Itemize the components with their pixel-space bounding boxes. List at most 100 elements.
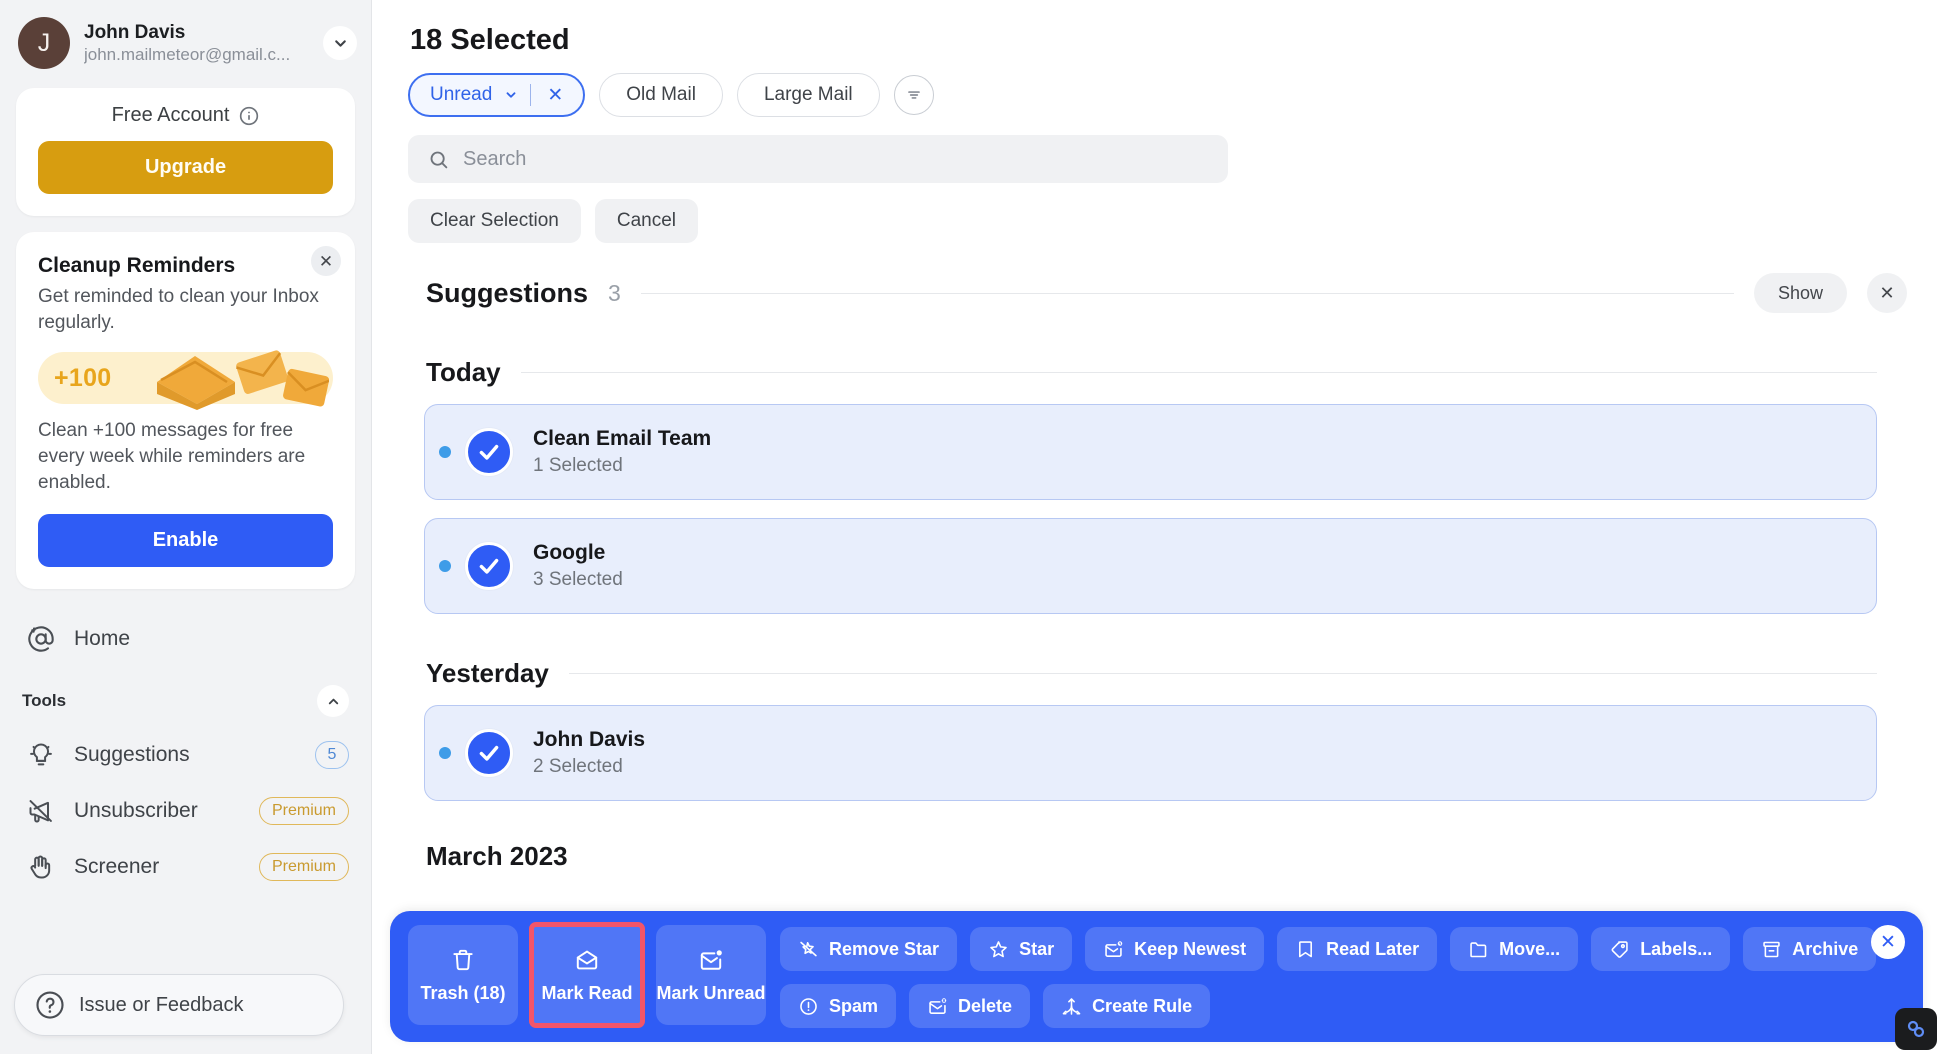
keep-newest-button-label: Keep Newest [1134, 938, 1247, 959]
filter-options-button[interactable] [893, 75, 934, 115]
filter-pill-old-mail[interactable]: Old Mail [599, 73, 723, 117]
check-icon [476, 439, 502, 465]
mail-clock-icon [1103, 939, 1124, 960]
question-circle-icon [35, 990, 65, 1020]
toolbar-close-button[interactable]: ✕ [1871, 925, 1905, 959]
app-root: J John Davis john.mailmeteor@gmail.c... … [0, 0, 1941, 1054]
create-rule-button[interactable]: Create Rule [1043, 984, 1211, 1028]
archive-button[interactable]: Archive [1743, 927, 1877, 971]
info-icon[interactable] [239, 106, 259, 126]
rule-icon [1061, 996, 1082, 1017]
day-header-today-label: Today [426, 357, 501, 387]
mark-unread-button[interactable]: Mark Unread [656, 925, 766, 1025]
unread-dot-icon [439, 747, 451, 759]
filter-pill-unread-label: Unread [430, 84, 493, 105]
cleanup-reminders-body: Clean +100 messages for free every week … [38, 420, 306, 493]
filter-pill-large-mail[interactable]: Large Mail [736, 73, 880, 117]
account-info: John Davis john.mailmeteor@gmail.c... [84, 21, 317, 66]
row-checkbox[interactable] [465, 428, 513, 476]
row-checkbox[interactable] [465, 542, 513, 590]
cancel-button[interactable]: Cancel [594, 199, 698, 243]
sidebar-item-home-label: Home [74, 627, 131, 650]
free-account-label: Free Account [111, 104, 230, 126]
screener-premium-badge: Premium [258, 853, 349, 881]
sidebar-item-suggestions[interactable]: Suggestions 5 [0, 727, 371, 783]
pill-divider [530, 84, 532, 106]
chevron-down-icon [504, 88, 518, 102]
tag-icon [1609, 939, 1630, 960]
unread-dot-icon [439, 560, 451, 572]
account-switcher[interactable]: J John Davis john.mailmeteor@gmail.c... [0, 0, 371, 72]
cleanup-reminders-close-button[interactable]: ✕ [311, 246, 341, 276]
filter-pill-bar: Unread ✕ Old Mail Large Mail [406, 73, 1907, 117]
spam-button[interactable]: Spam [780, 984, 897, 1028]
promo-badge-value: +100 [54, 363, 112, 392]
trash-button-label: Trash (18) [420, 982, 506, 1003]
suggestions-section-header: Suggestions 3 Show ✕ [426, 273, 1907, 313]
clear-selection-button[interactable]: Clear Selection [408, 199, 581, 243]
day-header-yesterday-label: Yesterday [426, 658, 549, 688]
row-sender: John Davis [533, 728, 646, 751]
row-count: 1 Selected [533, 455, 623, 476]
day-header-yesterday: Yesterday [426, 658, 1907, 689]
row-text: Clean Email Team 1 Selected [533, 425, 711, 479]
toolbar-chip-grid: Remove Star Star Keep Newest Read Later … [780, 925, 1905, 1028]
bulk-action-toolbar: Trash (18) Mark Read Mark Unread Remove … [390, 911, 1923, 1042]
labels-button[interactable]: Labels... [1591, 927, 1731, 971]
page-title: 18 Selected [410, 24, 570, 56]
read-later-button[interactable]: Read Later [1277, 927, 1438, 971]
row-text: John Davis 2 Selected [533, 726, 645, 780]
table-row[interactable]: Clean Email Team 1 Selected [424, 404, 1877, 500]
suggestions-show-button[interactable]: Show [1753, 273, 1847, 313]
row-sender: Clean Email Team [533, 427, 712, 450]
search-icon [428, 149, 449, 170]
close-icon: ✕ [1880, 931, 1896, 953]
tools-collapse-button[interactable] [317, 685, 349, 717]
free-account-card: Free Account Upgrade [16, 88, 355, 216]
table-row[interactable]: John Davis 2 Selected [424, 705, 1877, 801]
cleanup-reminders-subtitle: Get reminded to clean your Inbox regular… [38, 286, 319, 333]
cleanup-reminders-title: Cleanup Reminders [38, 254, 236, 277]
corner-widget-button[interactable] [1895, 1008, 1937, 1050]
sidebar-item-screener[interactable]: Screener Premium [0, 839, 371, 895]
filter-pill-unread[interactable]: Unread ✕ [408, 73, 586, 117]
search-bar[interactable] [408, 135, 1228, 183]
create-rule-button-label: Create Rule [1092, 995, 1193, 1016]
alert-circle-icon [798, 996, 819, 1017]
link-chain-icon [1904, 1017, 1928, 1041]
star-button[interactable]: Star [970, 927, 1073, 971]
search-input[interactable] [463, 147, 1208, 171]
keep-newest-button[interactable]: Keep Newest [1085, 927, 1265, 971]
sidebar-item-home[interactable]: Home [0, 611, 371, 667]
trash-button[interactable]: Trash (18) [408, 925, 518, 1025]
filter-pill-unread-clear-button[interactable]: ✕ [543, 84, 567, 107]
issue-or-feedback-label: Issue or Feedback [79, 993, 244, 1016]
mark-read-button-label: Mark Read [541, 982, 633, 1003]
move-button-label: Move... [1499, 938, 1561, 959]
star-off-icon [798, 939, 819, 960]
archive-icon [1761, 939, 1782, 960]
account-dropdown-button[interactable] [323, 26, 357, 60]
suggestions-close-button[interactable]: ✕ [1867, 273, 1907, 313]
close-icon: ✕ [318, 251, 334, 271]
suggestions-count-badge: 5 [315, 741, 349, 769]
folder-icon [1468, 939, 1489, 960]
issue-or-feedback-button[interactable]: Issue or Feedback [14, 974, 344, 1036]
upgrade-button[interactable]: Upgrade [38, 141, 333, 194]
lightbulb-icon [26, 740, 56, 770]
delete-button[interactable]: Delete [909, 984, 1031, 1028]
month-header: March 2023 [426, 841, 568, 871]
enable-reminders-button[interactable]: Enable [38, 514, 333, 567]
mark-read-button[interactable]: Mark Read [529, 922, 645, 1028]
remove-star-button[interactable]: Remove Star [780, 927, 958, 971]
tools-section-header: Tools [0, 667, 371, 727]
account-name: John Davis [84, 21, 186, 43]
sidebar-item-unsubscriber[interactable]: Unsubscriber Premium [0, 783, 371, 839]
main-inner: 18 Selected Unread ✕ Old Mail Large Mail [372, 0, 1941, 872]
move-button[interactable]: Move... [1450, 927, 1579, 971]
account-email: john.mailmeteor@gmail.c... [84, 44, 291, 64]
table-row[interactable]: Google 3 Selected [424, 518, 1877, 614]
row-text: Google 3 Selected [533, 539, 623, 593]
tools-section-title: Tools [22, 691, 67, 710]
row-checkbox[interactable] [465, 729, 513, 777]
